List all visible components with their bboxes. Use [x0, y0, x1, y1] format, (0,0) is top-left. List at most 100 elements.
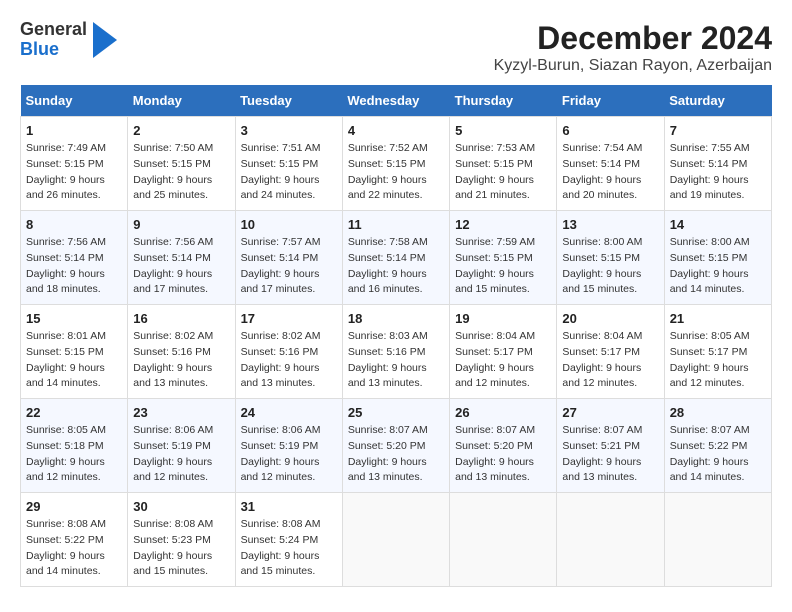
calendar-cell [557, 493, 664, 587]
day-info: Sunrise: 8:05 AMSunset: 5:17 PMDaylight:… [670, 329, 766, 392]
calendar-week-2: 8 Sunrise: 7:56 AMSunset: 5:14 PMDaylight… [21, 211, 772, 305]
calendar-cell: 1Sunrise: 7:49 AMSunset: 5:15 PMDaylight… [21, 117, 128, 211]
calendar-week-4: 22Sunrise: 8:05 AMSunset: 5:18 PMDayligh… [21, 399, 772, 493]
day-info: Sunrise: 8:06 AMSunset: 5:19 PMDaylight:… [241, 423, 337, 486]
calendar-cell [664, 493, 771, 587]
day-info: Sunrise: 7:57 AMSunset: 5:14 PMDaylight:… [241, 235, 337, 298]
calendar-cell: 29 Sunrise: 8:08 AMSunset: 5:22 PMDayligh… [21, 493, 128, 587]
day-info: Sunrise: 7:53 AMSunset: 5:15 PMDaylight:… [455, 141, 551, 204]
calendar-cell: 8 Sunrise: 7:56 AMSunset: 5:14 PMDaylight… [21, 211, 128, 305]
calendar-week-5: 29 Sunrise: 8:08 AMSunset: 5:22 PMDayligh… [21, 493, 772, 587]
day-number: 21 [670, 311, 766, 326]
logo-arrow-icon [93, 22, 117, 58]
calendar-subtitle: Kyzyl-Burun, Siazan Rayon, Azerbaijan [494, 57, 772, 75]
day-number: 6 [562, 123, 658, 138]
calendar-cell: 11 Sunrise: 7:58 AMSunset: 5:14 PMDayligh… [342, 211, 449, 305]
day-number: 5 [455, 123, 551, 138]
column-header-thursday: Thursday [450, 85, 557, 117]
day-number: 17 [241, 311, 337, 326]
day-number: 19 [455, 311, 551, 326]
calendar-cell: 21 Sunrise: 8:05 AMSunset: 5:17 PMDayligh… [664, 305, 771, 399]
calendar-cell: 13 Sunrise: 8:00 AMSunset: 5:15 PMDayligh… [557, 211, 664, 305]
calendar-cell: 9 Sunrise: 7:56 AMSunset: 5:14 PMDaylight… [128, 211, 235, 305]
day-info: Sunrise: 8:07 AMSunset: 5:20 PMDaylight:… [455, 423, 551, 486]
day-number: 10 [241, 217, 337, 232]
day-number: 3 [241, 123, 337, 138]
day-info: Sunrise: 8:00 AMSunset: 5:15 PMDaylight:… [670, 235, 766, 298]
calendar-cell: 17 Sunrise: 8:02 AMSunset: 5:16 PMDayligh… [235, 305, 342, 399]
day-info: Sunrise: 8:07 AMSunset: 5:22 PMDaylight:… [670, 423, 766, 486]
page-header: General Blue December 2024 Kyzyl-Burun, … [20, 20, 772, 75]
day-number: 7 [670, 123, 766, 138]
day-info: Sunrise: 8:03 AMSunset: 5:16 PMDaylight:… [348, 329, 444, 392]
calendar-body: 1Sunrise: 7:49 AMSunset: 5:15 PMDaylight… [21, 117, 772, 587]
calendar-title: December 2024 [494, 20, 772, 57]
day-number: 4 [348, 123, 444, 138]
day-number: 20 [562, 311, 658, 326]
day-info: Sunrise: 7:56 AMSunset: 5:14 PMDaylight:… [133, 235, 229, 298]
day-info: Sunrise: 8:04 AMSunset: 5:17 PMDaylight:… [562, 329, 658, 392]
calendar-cell: 16 Sunrise: 8:02 AMSunset: 5:16 PMDayligh… [128, 305, 235, 399]
day-info: Sunrise: 7:51 AMSunset: 5:15 PMDaylight:… [241, 141, 337, 204]
day-number: 1 [26, 123, 122, 138]
day-info: Sunrise: 7:50 AMSunset: 5:15 PMDaylight:… [133, 141, 229, 204]
calendar-week-3: 15 Sunrise: 8:01 AMSunset: 5:15 PMDayligh… [21, 305, 772, 399]
day-number: 29 [26, 499, 122, 514]
calendar-cell [342, 493, 449, 587]
day-number: 23 [133, 405, 229, 420]
logo-blue: Blue [20, 40, 87, 60]
day-info: Sunrise: 8:08 AMSunset: 5:24 PMDaylight:… [241, 517, 337, 580]
day-info: Sunrise: 7:58 AMSunset: 5:14 PMDaylight:… [348, 235, 444, 298]
logo-general: General [20, 20, 87, 40]
calendar-cell: 10 Sunrise: 7:57 AMSunset: 5:14 PMDayligh… [235, 211, 342, 305]
calendar-cell: 27 Sunrise: 8:07 AMSunset: 5:21 PMDayligh… [557, 399, 664, 493]
day-number: 14 [670, 217, 766, 232]
day-info: Sunrise: 8:08 AMSunset: 5:23 PMDaylight:… [133, 517, 229, 580]
calendar-header-row: SundayMondayTuesdayWednesdayThursdayFrid… [21, 85, 772, 117]
calendar-cell: 14 Sunrise: 8:00 AMSunset: 5:15 PMDayligh… [664, 211, 771, 305]
day-number: 31 [241, 499, 337, 514]
calendar-cell: 30 Sunrise: 8:08 AMSunset: 5:23 PMDayligh… [128, 493, 235, 587]
calendar-week-1: 1Sunrise: 7:49 AMSunset: 5:15 PMDaylight… [21, 117, 772, 211]
column-header-wednesday: Wednesday [342, 85, 449, 117]
column-header-tuesday: Tuesday [235, 85, 342, 117]
day-info: Sunrise: 8:04 AMSunset: 5:17 PMDaylight:… [455, 329, 551, 392]
calendar-cell: 18 Sunrise: 8:03 AMSunset: 5:16 PMDayligh… [342, 305, 449, 399]
day-number: 11 [348, 217, 444, 232]
day-info: Sunrise: 8:02 AMSunset: 5:16 PMDaylight:… [133, 329, 229, 392]
calendar-cell: 25Sunrise: 8:07 AMSunset: 5:20 PMDayligh… [342, 399, 449, 493]
calendar-cell: 31 Sunrise: 8:08 AMSunset: 5:24 PMDayligh… [235, 493, 342, 587]
day-info: Sunrise: 8:02 AMSunset: 5:16 PMDaylight:… [241, 329, 337, 392]
logo: General Blue [20, 20, 117, 60]
day-info: Sunrise: 8:01 AMSunset: 5:15 PMDaylight:… [26, 329, 122, 392]
calendar-cell: 7Sunrise: 7:55 AMSunset: 5:14 PMDaylight… [664, 117, 771, 211]
day-info: Sunrise: 8:08 AMSunset: 5:22 PMDaylight:… [26, 517, 122, 580]
day-number: 18 [348, 311, 444, 326]
day-number: 9 [133, 217, 229, 232]
day-number: 12 [455, 217, 551, 232]
calendar-cell: 4 Sunrise: 7:52 AMSunset: 5:15 PMDaylight… [342, 117, 449, 211]
day-number: 13 [562, 217, 658, 232]
day-number: 15 [26, 311, 122, 326]
day-info: Sunrise: 8:00 AMSunset: 5:15 PMDaylight:… [562, 235, 658, 298]
day-number: 24 [241, 405, 337, 420]
day-info: Sunrise: 7:54 AMSunset: 5:14 PMDaylight:… [562, 141, 658, 204]
day-info: Sunrise: 8:07 AMSunset: 5:21 PMDaylight:… [562, 423, 658, 486]
day-number: 27 [562, 405, 658, 420]
title-block: December 2024 Kyzyl-Burun, Siazan Rayon,… [494, 20, 772, 75]
calendar-cell [450, 493, 557, 587]
calendar-cell: 5 Sunrise: 7:53 AMSunset: 5:15 PMDaylight… [450, 117, 557, 211]
day-number: 16 [133, 311, 229, 326]
calendar-table: SundayMondayTuesdayWednesdayThursdayFrid… [20, 85, 772, 587]
calendar-cell: 15 Sunrise: 8:01 AMSunset: 5:15 PMDayligh… [21, 305, 128, 399]
day-number: 8 [26, 217, 122, 232]
day-info: Sunrise: 7:52 AMSunset: 5:15 PMDaylight:… [348, 141, 444, 204]
day-info: Sunrise: 8:06 AMSunset: 5:19 PMDaylight:… [133, 423, 229, 486]
calendar-cell: 24 Sunrise: 8:06 AMSunset: 5:19 PMDayligh… [235, 399, 342, 493]
day-number: 28 [670, 405, 766, 420]
column-header-friday: Friday [557, 85, 664, 117]
calendar-cell: 2Sunrise: 7:50 AMSunset: 5:15 PMDaylight… [128, 117, 235, 211]
day-info: Sunrise: 7:56 AMSunset: 5:14 PMDaylight:… [26, 235, 122, 298]
day-number: 30 [133, 499, 229, 514]
calendar-cell: 26Sunrise: 8:07 AMSunset: 5:20 PMDayligh… [450, 399, 557, 493]
